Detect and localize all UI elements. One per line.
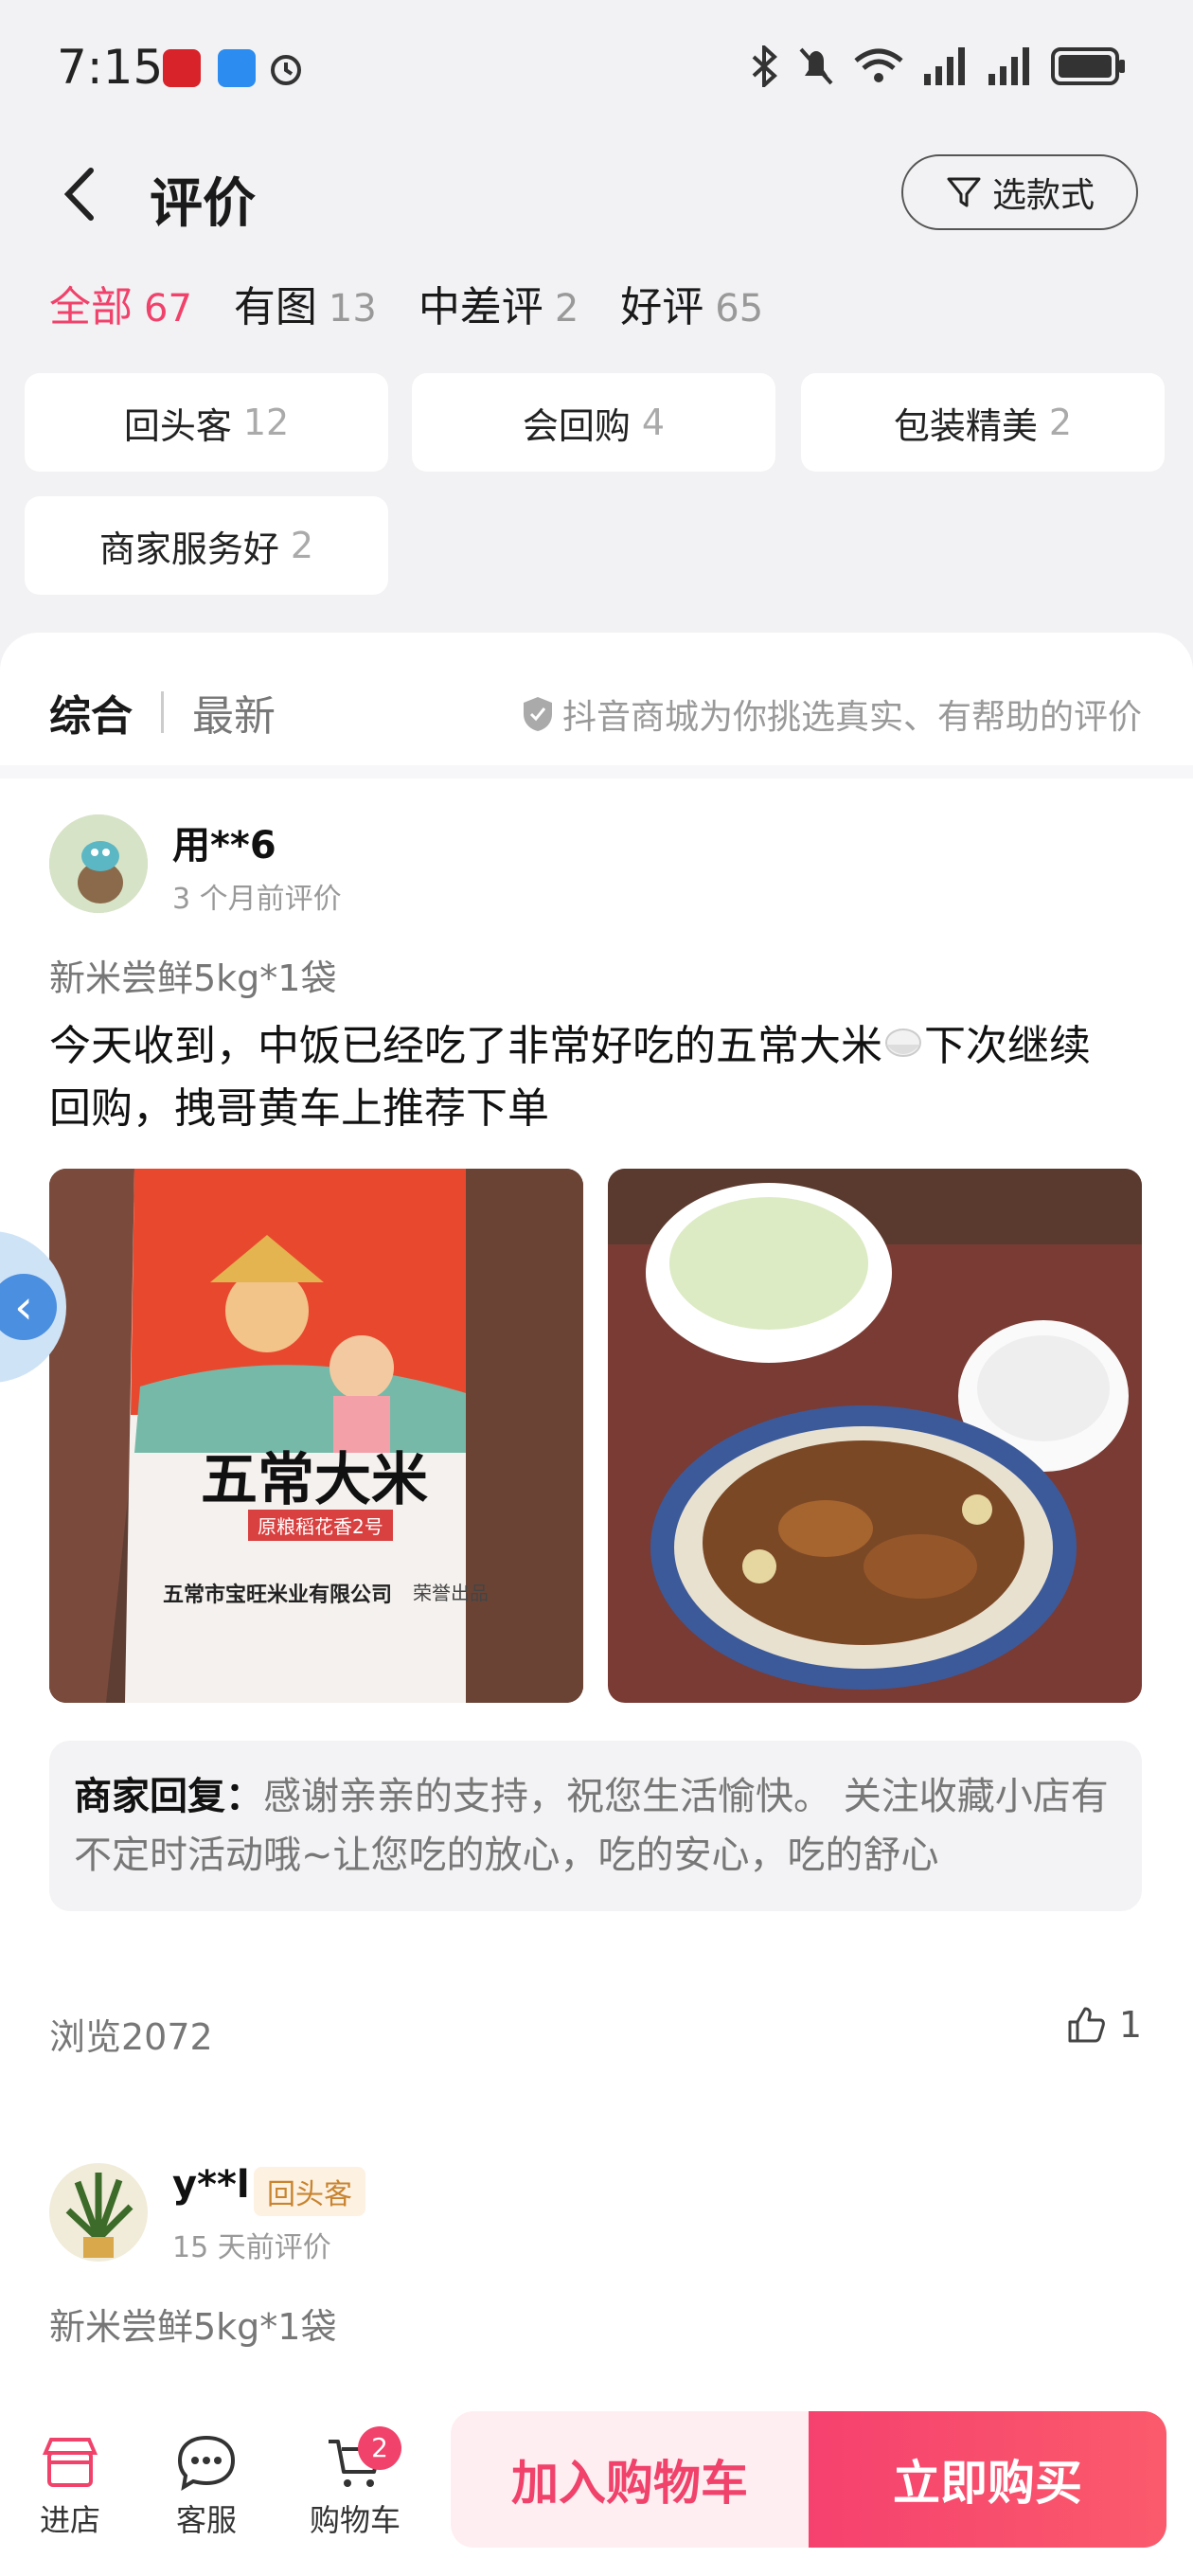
signal-icon-2 bbox=[988, 47, 1029, 85]
store-icon bbox=[42, 2438, 98, 2487]
tab-label: 中差评 bbox=[418, 283, 543, 331]
merchant-reply-label: 商家回复： bbox=[74, 1775, 263, 1818]
reviews-panel: 综合 最新 抖音商城为你挑选真实、有帮助的评价 用**6 3 个月前评价 新米尝… bbox=[0, 633, 1193, 2574]
cart-label: 购物车 bbox=[309, 2502, 401, 2538]
review-username: y**l bbox=[172, 2163, 250, 2207]
weather-app-icon bbox=[218, 49, 256, 87]
chip-good-service[interactable]: 商家服务好 2 bbox=[25, 496, 388, 595]
returning-customer-badge: 回头客 bbox=[254, 2167, 365, 2216]
chevron-left-icon: ‹ bbox=[0, 1274, 57, 1340]
review-content-line1: 今天收到，中饭已经吃了非常好吃的五常大米 bbox=[49, 1022, 882, 1070]
review-username: 用**6 bbox=[172, 824, 276, 868]
rice-bag-brand: 荣誉出品 bbox=[413, 1582, 489, 1604]
cart-count-badge: 2 bbox=[358, 2426, 401, 2470]
tab-count: 13 bbox=[328, 287, 377, 331]
sort-latest[interactable]: 最新 bbox=[192, 682, 276, 742]
rice-bowl-icon bbox=[882, 1019, 924, 1057]
alarm-icon bbox=[271, 55, 301, 85]
review-content: 今天收到，中饭已经吃了非常好吃的五常大米 下次继续 回购，拽哥黄车上推荐下单 bbox=[49, 1015, 1148, 1140]
tab-positive[interactable]: 好评 65 bbox=[620, 273, 763, 333]
meal-photo bbox=[608, 1169, 1142, 1703]
section-divider bbox=[0, 765, 1193, 778]
tab-label: 全部 bbox=[49, 283, 133, 331]
review-photo[interactable]: 五常大米 原粮稻花香2号 五常市宝旺米业有限公司 荣誉出品 bbox=[49, 1169, 583, 1703]
chip-count: 12 bbox=[242, 402, 290, 443]
shop-button[interactable]: 进店 bbox=[23, 2434, 117, 2540]
tmall-app-icon bbox=[163, 49, 201, 87]
back-arrow-icon[interactable] bbox=[49, 161, 116, 227]
battery-icon bbox=[1051, 47, 1125, 85]
header: 评价 选款式 bbox=[0, 142, 1193, 246]
merchant-reply: 商家回复：感谢亲亲的支持，祝您生活愉快。 关注收藏小店有不定时活动哦~让您吃的放… bbox=[49, 1741, 1142, 1911]
cart-button[interactable]: 购物车 2 bbox=[303, 2426, 407, 2540]
rice-bag-subtitle: 原粮稻花香2号 bbox=[248, 1510, 393, 1541]
add-to-cart-button[interactable]: 加入购物车 bbox=[451, 2411, 809, 2548]
filter-tabs: 全部 67 有图 13 中差评 2 好评 65 bbox=[49, 273, 763, 333]
select-style-button[interactable]: 选款式 bbox=[901, 154, 1138, 230]
tab-count: 2 bbox=[554, 287, 579, 331]
select-style-label: 选款式 bbox=[991, 176, 1095, 215]
avatar-image bbox=[49, 2163, 148, 2262]
review-time: 15 天前评价 bbox=[172, 2231, 331, 2264]
review-time: 3 个月前评价 bbox=[172, 883, 342, 916]
tab-label: 好评 bbox=[620, 283, 704, 331]
tab-all[interactable]: 全部 67 bbox=[49, 273, 192, 333]
review-photo[interactable] bbox=[608, 1169, 1142, 1703]
rice-bag-title: 五常大米 bbox=[201, 1447, 428, 1513]
customer-service-label: 客服 bbox=[175, 2502, 237, 2538]
tab-negative[interactable]: 中差评 2 bbox=[418, 273, 579, 333]
buy-now-button[interactable]: 立即购买 bbox=[809, 2411, 1166, 2548]
chip-count: 2 bbox=[290, 525, 314, 566]
sort-bar: 综合 最新 bbox=[49, 682, 276, 742]
review-spec: 新米尝鲜5kg*1袋 bbox=[49, 2306, 337, 2348]
review-views: 浏览2072 bbox=[49, 2016, 213, 2058]
review-content-line3: 回购，拽哥黄车上推荐下单 bbox=[49, 1084, 549, 1133]
chip-label: 商家服务好 bbox=[98, 528, 279, 570]
chip-nice-packaging[interactable]: 包装精美 2 bbox=[801, 373, 1165, 472]
status-time: 7:15 bbox=[57, 40, 164, 95]
bluetooth-icon bbox=[752, 45, 777, 87]
trust-note: 抖音商城为你挑选真实、有帮助的评价 bbox=[521, 689, 1142, 739]
thumbs-up-icon bbox=[1068, 2007, 1105, 2043]
customer-service-button[interactable]: 客服 bbox=[159, 2434, 254, 2540]
avatar-image bbox=[49, 814, 148, 913]
bottom-action-bar: 进店 客服 购物车 2 加入购物车 立即购买 bbox=[0, 2387, 1193, 2576]
chip-label: 回头客 bbox=[123, 404, 232, 447]
sort-comprehensive[interactable]: 综合 bbox=[49, 682, 133, 742]
chip-will-rebuy[interactable]: 会回购 4 bbox=[412, 373, 775, 472]
like-count: 1 bbox=[1118, 2004, 1142, 2046]
chip-label: 会回购 bbox=[522, 404, 631, 447]
trust-note-text: 抖音商城为你挑选真实、有帮助的评价 bbox=[561, 698, 1142, 737]
rice-bag-company: 五常市宝旺米业有限公司 bbox=[163, 1583, 393, 1607]
status-bar: 7:15 bbox=[0, 0, 1193, 133]
signal-icon bbox=[924, 47, 965, 85]
tab-count: 67 bbox=[144, 287, 192, 331]
chip-returning-customer[interactable]: 回头客 12 bbox=[25, 373, 388, 472]
tab-with-photos[interactable]: 有图 13 bbox=[234, 273, 377, 333]
sort-divider bbox=[161, 691, 164, 733]
wifi-icon bbox=[854, 48, 903, 82]
tab-label: 有图 bbox=[233, 283, 317, 331]
mute-bell-icon bbox=[799, 47, 833, 85]
shield-icon bbox=[523, 697, 552, 731]
chat-icon bbox=[177, 2435, 236, 2491]
like-button[interactable]: 1 bbox=[1066, 2004, 1142, 2046]
chip-label: 包装精美 bbox=[893, 404, 1038, 447]
shop-label: 进店 bbox=[39, 2502, 100, 2538]
chip-count: 2 bbox=[1048, 402, 1073, 443]
avatar[interactable] bbox=[49, 814, 148, 913]
avatar[interactable] bbox=[49, 2163, 148, 2262]
review-content-line2: 下次继续 bbox=[924, 1022, 1091, 1070]
filter-icon bbox=[947, 177, 981, 207]
chip-count: 4 bbox=[641, 402, 666, 443]
page-title: 评价 bbox=[150, 173, 256, 235]
tab-count: 65 bbox=[715, 287, 764, 331]
review-spec: 新米尝鲜5kg*1袋 bbox=[49, 957, 337, 999]
status-icons bbox=[748, 45, 1127, 87]
